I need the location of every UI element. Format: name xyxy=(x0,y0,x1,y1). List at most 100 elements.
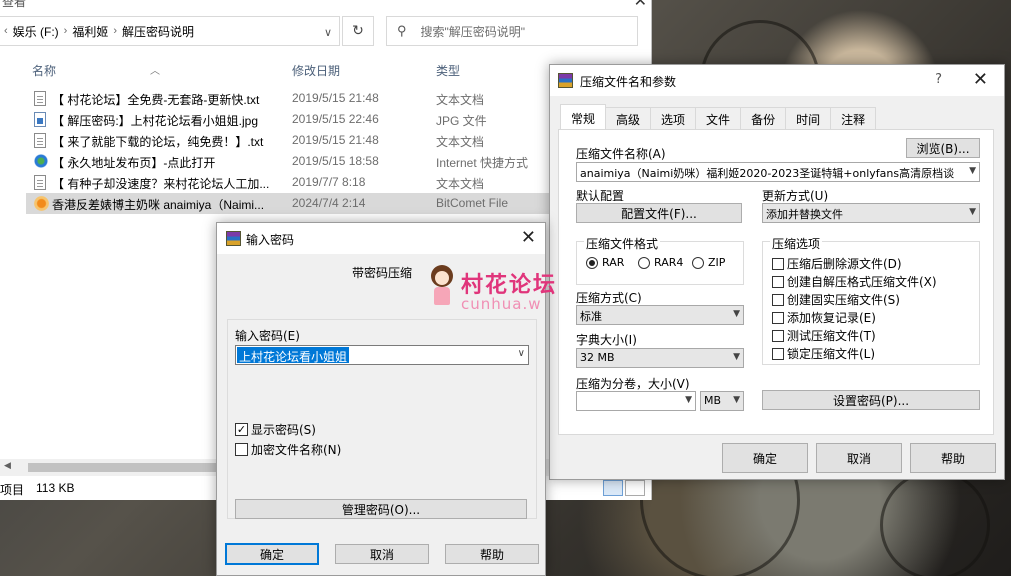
explorer-titlebar: 查看 ✕ xyxy=(0,0,651,10)
dictionary-select[interactable]: 32 MB ▼ xyxy=(576,348,744,368)
ok-button[interactable]: 确定 xyxy=(225,543,319,565)
chevron-down-icon[interactable]: ▼ xyxy=(969,207,976,217)
close-icon[interactable]: ✕ xyxy=(634,0,647,10)
column-header-name[interactable]: 名称 xyxy=(32,62,56,79)
tab-files[interactable]: 文件 xyxy=(695,107,742,129)
text-file-icon xyxy=(34,175,46,190)
set-password-button[interactable]: 设置密码(P)... xyxy=(762,390,980,410)
refresh-button[interactable]: ↻ xyxy=(342,16,374,46)
show-password-checkbox[interactable]: ✓ 显示密码(S) xyxy=(235,421,316,438)
text-file-icon xyxy=(34,91,46,106)
option-recovery-record[interactable]: 添加恢复记录(E) xyxy=(772,309,876,326)
option-create-sfx[interactable]: 创建自解压格式压缩文件(X) xyxy=(772,273,937,290)
format-rar4-radio[interactable]: RAR4 xyxy=(638,256,683,269)
format-zip-radio[interactable]: ZIP xyxy=(692,256,725,269)
option-label: 创建固实压缩文件(S) xyxy=(787,293,900,307)
ok-button[interactable]: 确定 xyxy=(722,443,808,473)
refresh-icon: ↻ xyxy=(352,23,364,39)
search-input[interactable]: ⚲ 搜索"解压密码说明" xyxy=(386,16,638,46)
password-dialog: 输入密码 ✕ 带密码压缩 村花论坛 cunhua.w 输入密码(E) 上村花论坛… xyxy=(216,222,555,576)
close-icon[interactable]: ✕ xyxy=(521,227,536,248)
checkbox-icon xyxy=(772,293,784,306)
breadcrumb-current[interactable]: 解压密码说明 xyxy=(122,23,194,40)
update-mode-value: 添加并替换文件 xyxy=(766,208,843,221)
help-button[interactable]: 帮助 xyxy=(910,443,996,473)
file-name: 【 村花论坛】全免费-无套路-更新快.txt xyxy=(52,93,260,107)
list-item-selected[interactable]: 香港反差婊博主奶咪 anaimiya（Naimi... 2024/7/4 2:1… xyxy=(26,193,550,214)
file-date: 2024/7/4 2:14 xyxy=(292,196,366,210)
explorer-menu-fragment[interactable]: 查看 xyxy=(2,0,26,10)
checkbox-icon xyxy=(772,329,784,342)
chevron-down-icon[interactable]: ▼ xyxy=(733,309,740,319)
chevron-down-icon[interactable]: ∨ xyxy=(518,348,525,359)
update-mode-label: 更新方式(U) xyxy=(762,189,829,203)
profiles-button[interactable]: 配置文件(F)... xyxy=(576,203,742,223)
chevron-down-icon[interactable]: ▼ xyxy=(969,166,976,176)
help-button[interactable]: 帮助 xyxy=(445,544,539,564)
breadcrumb-drive[interactable]: 娱乐 (F:) xyxy=(13,23,59,40)
tab-backup[interactable]: 备份 xyxy=(740,107,787,129)
cancel-button[interactable]: 取消 xyxy=(816,443,902,473)
encrypt-names-checkbox[interactable]: 加密文件名称(N) xyxy=(235,441,341,458)
split-volume-label: 压缩为分卷，大小(V) xyxy=(576,377,690,391)
forum-watermark: 村花论坛 cunhua.w xyxy=(427,263,577,313)
chevron-down-icon[interactable]: ▼ xyxy=(733,352,740,362)
breadcrumb-folder[interactable]: 福利姬 xyxy=(72,23,108,40)
chevron-right-icon: › xyxy=(113,25,118,37)
option-solid-archive[interactable]: 创建固实压缩文件(S) xyxy=(772,291,900,308)
wallpaper-ornament xyxy=(880,470,990,576)
checkbox-icon xyxy=(235,443,248,456)
archive-name-input[interactable]: anaimiya（Naimi奶咪）福利姬2020-2023圣诞特辑+onlyfa… xyxy=(576,162,980,182)
format-rar-radio[interactable]: RAR xyxy=(586,256,624,269)
tab-options[interactable]: 选项 xyxy=(650,107,697,129)
cancel-button[interactable]: 取消 xyxy=(335,544,429,564)
chevron-down-icon[interactable]: ▼ xyxy=(685,395,692,405)
option-delete-source[interactable]: 压缩后删除源文件(D) xyxy=(772,255,902,272)
winrar-icon xyxy=(226,231,241,246)
split-volume-input[interactable]: ▼ xyxy=(576,391,696,411)
dictionary-value: 32 MB xyxy=(580,351,615,364)
tab-comment[interactable]: 注释 xyxy=(830,107,877,129)
chevron-down-icon[interactable]: ▼ xyxy=(733,395,740,405)
method-label: 压缩方式(C) xyxy=(576,291,642,305)
chevron-right-icon: › xyxy=(63,25,68,37)
address-bar[interactable]: ‹ 娱乐 (F:) › 福利姬 › 解压密码说明 ∨ xyxy=(0,16,340,46)
radio-selected-icon xyxy=(586,256,598,269)
column-header-date[interactable]: 修改日期 xyxy=(292,62,340,79)
password-input[interactable]: 上村花论坛看小姐姐 ∨ xyxy=(235,345,529,365)
manage-passwords-button[interactable]: 管理密码(O)... xyxy=(235,499,527,519)
method-select[interactable]: 标准 ▼ xyxy=(576,305,744,325)
tab-advanced[interactable]: 高级 xyxy=(605,107,652,129)
list-item[interactable]: 【 来了就能下载的论坛，纯免费！】.txt 2019/5/15 21:48 文本… xyxy=(26,130,550,151)
option-test-archive[interactable]: 测试压缩文件(T) xyxy=(772,327,876,344)
list-item[interactable]: 【 有种子却没速度？来村花论坛人工加... 2019/7/7 8:18 文本文档 xyxy=(26,172,550,193)
tab-general[interactable]: 常规 xyxy=(560,104,607,129)
large-icons-view-icon[interactable] xyxy=(625,480,645,496)
update-mode-select[interactable]: 添加并替换文件 ▼ xyxy=(762,203,980,223)
list-item[interactable]: 【 解压密码:】上村花论坛看小姐姐.jpg 2019/5/15 22:46 JP… xyxy=(26,109,550,130)
details-view-icon[interactable] xyxy=(603,480,623,496)
format-rar-label: RAR xyxy=(602,256,625,269)
tab-time[interactable]: 时间 xyxy=(785,107,832,129)
format-zip-label: ZIP xyxy=(708,256,726,269)
browse-button[interactable]: 浏览(B)... xyxy=(906,138,980,158)
status-size: 113 KB xyxy=(36,481,75,495)
close-icon[interactable]: ✕ xyxy=(973,69,988,90)
option-lock-archive[interactable]: 锁定压缩文件(L) xyxy=(772,345,875,362)
chevron-down-icon[interactable]: ∨ xyxy=(316,17,340,47)
list-item[interactable]: 【 永久地址发布页】-点此打开 2019/5/15 18:58 Internet… xyxy=(26,151,550,172)
status-items: 项目 xyxy=(0,483,25,497)
list-item[interactable]: 【 村花论坛】全免费-无套路-更新快.txt 2019/5/15 21:48 文… xyxy=(26,88,550,109)
chevron-left-icon: ‹ xyxy=(4,25,8,37)
file-date: 2019/5/15 21:48 xyxy=(292,133,379,147)
file-name: 【 来了就能下载的论坛，纯免费！】.txt xyxy=(52,135,264,149)
column-header-type[interactable]: 类型 xyxy=(436,62,460,79)
scroll-left-icon[interactable]: ◀ xyxy=(4,461,11,471)
option-label: 添加恢复记录(E) xyxy=(787,311,876,325)
winrar-icon xyxy=(558,73,573,88)
password-value: 上村花论坛看小姐姐 xyxy=(237,347,350,364)
help-icon[interactable]: ? xyxy=(935,72,942,87)
split-unit-select[interactable]: MB ▼ xyxy=(700,391,744,411)
dictionary-label: 字典大小(I) xyxy=(576,333,637,347)
dialog-title: 输入密码 xyxy=(246,233,295,247)
